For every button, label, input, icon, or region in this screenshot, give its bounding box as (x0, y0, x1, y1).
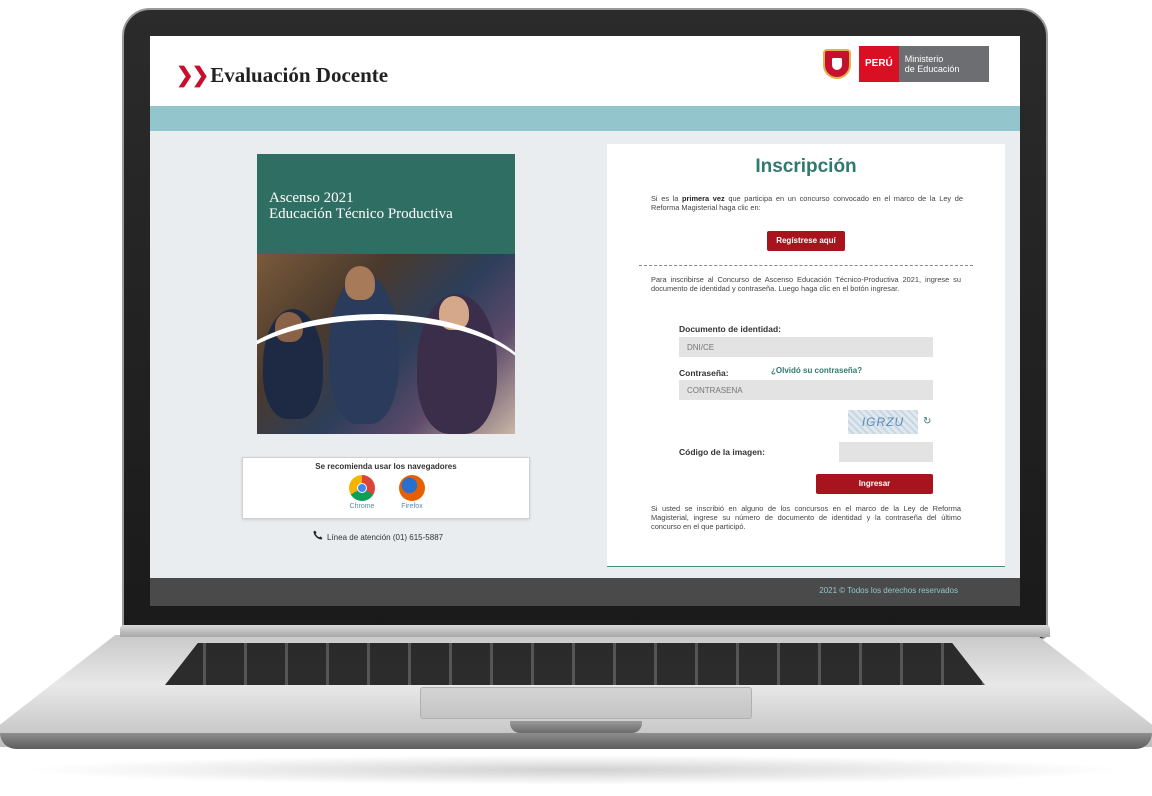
form-title: Inscripción (755, 156, 857, 177)
laptop-base (0, 625, 1152, 760)
captcha-input[interactable] (839, 442, 933, 462)
first-time-text: Si es la primera vez que participa en un… (651, 194, 963, 212)
peru-label: PERÚ (859, 46, 899, 82)
submit-button[interactable]: Ingresar (816, 474, 933, 494)
screen: ❯❯ Evaluación Docente PERÚ Ministerio de … (150, 36, 1020, 606)
keyboard (165, 643, 985, 685)
registration-panel: Inscripción Si es la primera vez que par… (607, 144, 1005, 567)
poster-title-line-1: Ascenso 2021 (269, 190, 354, 206)
phone-icon (313, 530, 323, 540)
ministry-label: Ministerio de Educación (898, 46, 990, 82)
chrome-link[interactable]: Chrome (340, 475, 384, 510)
section-divider (639, 265, 973, 266)
forgot-password-link[interactable]: ¿Olvidó su contraseña? (771, 366, 862, 375)
site-logo[interactable]: ❯❯ Evaluación Docente (176, 63, 388, 88)
intro-text-start: Si es la (651, 194, 683, 203)
firefox-icon (399, 475, 425, 501)
ministry-line-1: Ministerio (904, 54, 944, 64)
coat-of-arms-icon (823, 49, 851, 79)
photo-face-1 (345, 266, 375, 300)
password-label: Contraseña: (679, 368, 729, 378)
intro-text-bold: primera vez (682, 194, 725, 203)
firefox-label: Firefox (401, 503, 423, 510)
instructions-text: Para inscribirse al Concurso de Ascenso … (651, 275, 961, 293)
chrome-icon (349, 475, 375, 501)
campaign-poster: Ascenso 2021 Educación Técnico Productiv… (257, 154, 515, 434)
trackpad (420, 687, 752, 719)
chrome-label: Chrome (349, 503, 375, 510)
poster-curve-line (257, 314, 515, 434)
password-input[interactable] (679, 380, 933, 400)
ministry-line-2: de Educación (904, 64, 960, 74)
brand-name: Evaluación Docente (210, 63, 389, 87)
helpline-text: Línea de atención (01) 615-5887 (327, 533, 444, 542)
helpline: Línea de atención (01) 615-5887 (313, 530, 443, 542)
site-header: ❯❯ Evaluación Docente PERÚ Ministerio de … (150, 36, 1020, 106)
site-footer: 2021 © Todos los derechos reservados (150, 578, 1020, 606)
copyright-text: 2021 © Todos los derechos reservados (819, 586, 958, 595)
poster-title-line-2: Educación Técnico Productiva (269, 206, 453, 222)
firefox-link[interactable]: Firefox (390, 475, 434, 510)
header-band (150, 106, 1020, 131)
returning-user-note: Si usted se inscribió en alguno de los c… (651, 504, 961, 531)
poster-title: Ascenso 2021 Educación Técnico Productiv… (269, 190, 453, 222)
laptop-notch (510, 721, 642, 733)
ministry-logo[interactable]: PERÚ Ministerio de Educación (823, 46, 990, 82)
captcha-image: IGRZU (848, 410, 918, 434)
browser-recommendation: Se recomienda usar los navegadores Chrom… (242, 457, 530, 519)
laptop-front-edge (0, 733, 1152, 749)
refresh-icon[interactable]: ↻ (923, 416, 931, 427)
document-input[interactable] (679, 337, 933, 357)
laptop-hinge (120, 625, 1050, 637)
browser-recommendation-title: Se recomienda usar los navegadores (315, 462, 457, 471)
captcha-label: Código de la imagen: (679, 447, 765, 457)
document-label: Documento de identidad: (679, 324, 781, 334)
chevron-logo-icon: ❯❯ (176, 63, 209, 87)
register-button[interactable]: Regístrese aquí (767, 231, 845, 251)
